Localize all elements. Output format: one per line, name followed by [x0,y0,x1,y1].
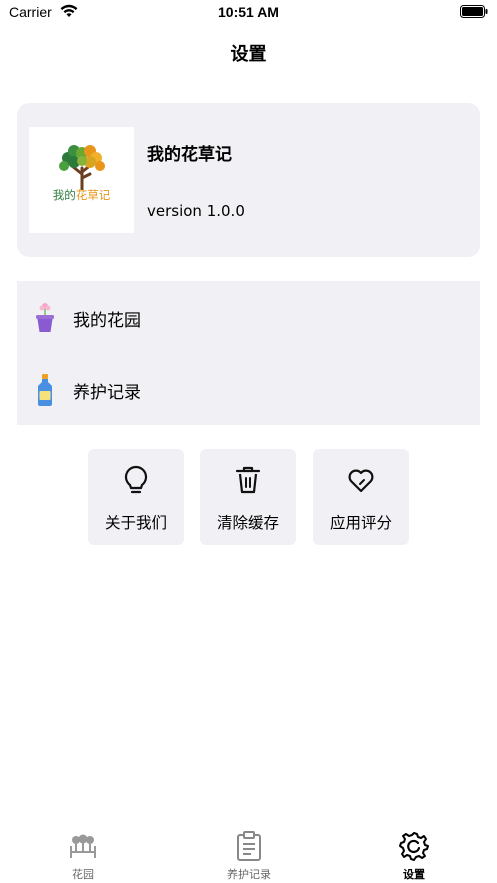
logo-text: 我的花草记 [52,188,111,202]
about-us-label: 关于我们 [104,514,167,532]
about-us-button[interactable]: 关于我们 [88,449,184,545]
tab-garden[interactable]: 花园 [0,820,166,883]
trash-icon [235,466,261,494]
clear-cache-label: 清除缓存 [216,514,279,532]
menu-item-care-records[interactable]: 养护记录 [17,353,480,425]
clear-cache-button[interactable]: 清除缓存 [200,449,296,545]
page-title: 设置 [230,44,267,65]
menu-item-label: 我的花园 [73,311,141,331]
rate-app-label: 应用评分 [329,514,392,532]
tab-label: 养护记录 [227,868,271,881]
status-time: 10:51 AM [218,4,279,20]
clipboard-icon [237,831,261,861]
tab-care-records[interactable]: 养护记录 [166,820,332,883]
tree-icon [59,145,105,190]
rate-app-button[interactable]: 应用评分 [313,449,409,545]
status-bar: Carrier 10:51 AM [0,0,497,26]
tab-label: 花园 [72,868,94,881]
garden-icon [70,834,96,858]
bottle-icon [38,374,52,406]
gear-icon [399,832,429,861]
app-info-card: 我的花草记 我的花草记 version 1.0.0 [17,103,480,257]
app-version: version 1.0.0 [147,202,245,220]
lightbulb-icon [124,465,148,494]
battery-icon [460,5,488,18]
menu-item-my-garden[interactable]: 我的花园 [17,281,480,353]
tab-bar: 花园 养护记录 设置 [0,820,497,883]
flower-pot-icon [36,303,54,332]
app-logo: 我的花草记 [29,127,134,233]
menu-item-label: 养护记录 [73,383,141,403]
tab-label: 设置 [403,868,425,881]
app-name: 我的花草记 [147,145,232,165]
menu-list: 我的花园 养护记录 [17,281,480,425]
tab-settings[interactable]: 设置 [331,820,497,883]
heart-icon [348,469,374,493]
